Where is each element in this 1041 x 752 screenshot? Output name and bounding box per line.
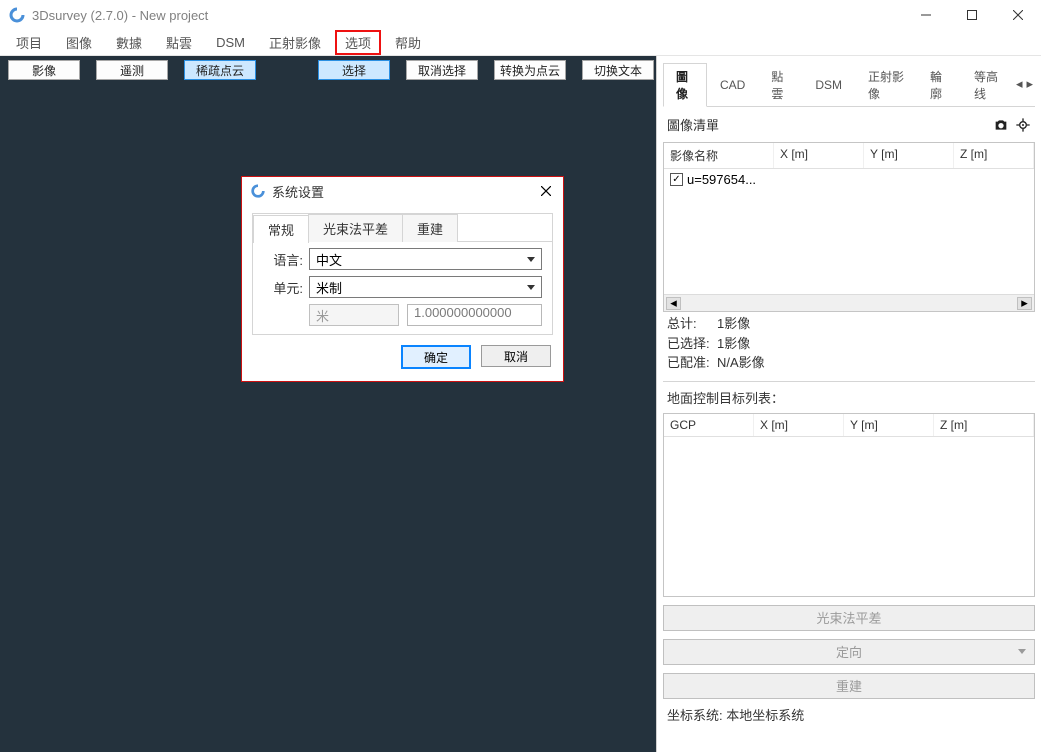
th-z[interactable]: Z [m] (954, 143, 1034, 168)
dialog-title: 系统设置 (272, 182, 537, 201)
tool-toggle-text[interactable]: 切换文本 (582, 60, 654, 80)
orient-button[interactable]: 定向 (663, 639, 1035, 665)
dialog-app-icon (250, 183, 266, 199)
menu-options[interactable]: 选项 (335, 30, 381, 55)
side-tab-contour[interactable]: 輪廓 (917, 63, 961, 106)
tool-telemetry[interactable]: 遥测 (96, 60, 168, 80)
chevron-down-icon (527, 285, 535, 290)
minimize-button[interactable] (903, 0, 949, 30)
image-stats: 总计:1影像 已选择:1影像 已配准:N/A影像 (663, 312, 1035, 375)
coord-system-label: 坐标系统: (667, 708, 723, 723)
units-select[interactable]: 米制 (309, 276, 542, 298)
menu-dsm[interactable]: DSM (206, 32, 255, 53)
dialog-tab-reconstruct[interactable]: 重建 (402, 214, 458, 242)
tool-deselect[interactable]: 取消选择 (406, 60, 478, 80)
maximize-button[interactable] (949, 0, 995, 30)
titlebar: 3Dsurvey (2.7.0) - New project (0, 0, 1041, 30)
stat-aligned-label: 已配准: (667, 353, 717, 373)
system-settings-dialog: 系统设置 常规 光束法平差 重建 语言: 中文 (241, 176, 564, 382)
tool-image[interactable]: 影像 (8, 60, 80, 80)
side-tabs: 圖像 CAD 點雲 DSM 正射影像 輪廓 等高线 ◂ ▸ (663, 62, 1035, 107)
unit-sub-value: 米 (316, 306, 329, 325)
th-x[interactable]: X [m] (774, 143, 864, 168)
menu-project[interactable]: 项目 (6, 30, 52, 55)
unit-sub-select: 米 (309, 304, 399, 326)
language-label: 语言: (263, 250, 303, 269)
side-tab-image[interactable]: 圖像 (663, 63, 707, 107)
tool-select[interactable]: 选择 (318, 60, 390, 80)
window-title: 3Dsurvey (2.7.0) - New project (32, 8, 903, 23)
menu-data[interactable]: 數據 (106, 30, 152, 55)
view-toolbar: 影像 遥测 稀疏点云 选择 取消选择 转换为点云 切换文本 (0, 56, 656, 84)
stat-selected-label: 已选择: (667, 334, 717, 354)
th-gcp-z[interactable]: Z [m] (934, 414, 1034, 436)
dialog-cancel-button[interactable]: 取消 (481, 345, 551, 367)
row-image-name: u=597654... (687, 172, 756, 187)
dialog-titlebar: 系统设置 (242, 177, 563, 205)
dialog-close-button[interactable] (537, 182, 555, 200)
th-gcp-x[interactable]: X [m] (754, 414, 844, 436)
tool-sparse[interactable]: 稀疏点云 (184, 60, 256, 80)
menubar: 项目 图像 數據 點雲 DSM 正射影像 选项 帮助 (0, 30, 1041, 56)
dialog-tab-general[interactable]: 常规 (253, 215, 309, 243)
menu-image[interactable]: 图像 (56, 30, 102, 55)
th-name[interactable]: 影像名称 (664, 143, 774, 168)
scroll-right-icon[interactable]: ▸ (1017, 297, 1032, 310)
dialog-tabs: 常规 光束法平差 重建 (253, 214, 552, 242)
dialog-tab-bundle[interactable]: 光束法平差 (308, 214, 403, 242)
reconstruct-button[interactable]: 重建 (663, 673, 1035, 699)
side-tab-ortho[interactable]: 正射影像 (855, 63, 917, 106)
bundle-adjust-button[interactable]: 光束法平差 (663, 605, 1035, 631)
unit-numeric-input[interactable]: 1.000000000000 (407, 304, 542, 326)
table-row[interactable]: ✓ u=597654... (664, 169, 1034, 190)
stat-total-label: 总计: (667, 314, 717, 334)
side-tab-isoline[interactable]: 等高线 (961, 63, 1014, 106)
row-checkbox[interactable]: ✓ (670, 173, 683, 186)
units-label: 单元: (263, 278, 303, 297)
main-area: 影像 遥测 稀疏点云 选择 取消选择 转换为点云 切换文本 系统设置 常规 光束… (0, 56, 1041, 752)
side-tab-cad[interactable]: CAD (707, 73, 758, 96)
stat-total-value: 1影像 (717, 316, 750, 331)
menu-ortho[interactable]: 正射影像 (259, 30, 331, 55)
target-icon[interactable] (1015, 117, 1031, 133)
stat-aligned-value: N/A影像 (717, 355, 765, 370)
chevron-down-icon (527, 257, 535, 262)
tab-scroll-right[interactable]: ▸ (1025, 75, 1036, 93)
viewport-wrap: 影像 遥测 稀疏点云 选择 取消选择 转换为点云 切换文本 系统设置 常规 光束… (0, 56, 656, 752)
language-select[interactable]: 中文 (309, 248, 542, 270)
dialog-ok-button[interactable]: 确定 (401, 345, 471, 369)
image-table: 影像名称 X [m] Y [m] Z [m] ✓ u=597654... ◂ ▸ (663, 142, 1035, 312)
th-gcp-y[interactable]: Y [m] (844, 414, 934, 436)
scroll-left-icon[interactable]: ◂ (666, 297, 681, 310)
coord-system-value: 本地坐标系统 (726, 708, 804, 723)
image-list-heading: 圖像清單 (667, 115, 719, 134)
th-y[interactable]: Y [m] (864, 143, 954, 168)
th-gcp[interactable]: GCP (664, 414, 754, 436)
gcp-heading: 地面控制目标列表： (663, 388, 1035, 413)
side-tab-pointcloud[interactable]: 點雲 (758, 63, 802, 106)
gcp-table: GCP X [m] Y [m] Z [m] (663, 413, 1035, 597)
camera-icon[interactable] (993, 117, 1009, 133)
horizontal-scrollbar[interactable]: ◂ ▸ (664, 294, 1034, 311)
units-value: 米制 (316, 278, 342, 297)
menu-help[interactable]: 帮助 (385, 30, 431, 55)
chevron-down-icon (1018, 649, 1026, 654)
side-panel: 圖像 CAD 點雲 DSM 正射影像 輪廓 等高线 ◂ ▸ 圖像清單 影像名称 … (656, 56, 1041, 752)
language-value: 中文 (316, 250, 342, 269)
close-button[interactable] (995, 0, 1041, 30)
app-icon (8, 6, 26, 24)
tab-scroll-left[interactable]: ◂ (1014, 75, 1025, 93)
menu-pointcloud[interactable]: 點雲 (156, 30, 202, 55)
stat-selected-value: 1影像 (717, 336, 750, 351)
tool-convert[interactable]: 转换为点云 (494, 60, 566, 80)
side-tab-dsm[interactable]: DSM (802, 73, 855, 96)
